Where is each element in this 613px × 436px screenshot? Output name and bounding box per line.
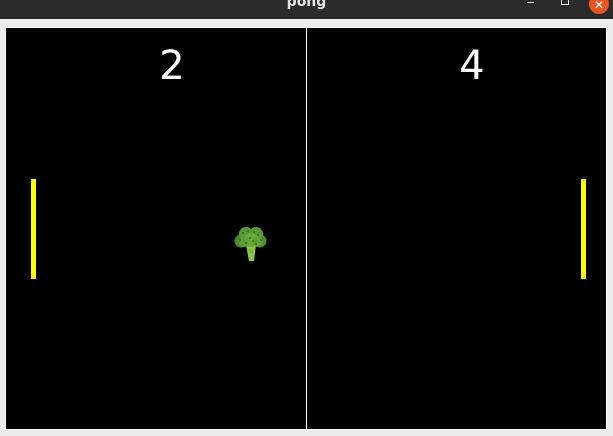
- minimize-button[interactable]: [522, 0, 538, 12]
- close-icon: ✕: [593, 0, 605, 12]
- close-button[interactable]: ✕: [589, 0, 609, 14]
- minimize-icon: [527, 2, 534, 3]
- right-paddle: [581, 179, 586, 279]
- left-player-score: 2: [159, 43, 185, 89]
- pong-window: pong ✕ 2 4: [0, 0, 613, 436]
- game-canvas[interactable]: 2 4: [6, 28, 606, 429]
- left-paddle: [31, 179, 36, 279]
- maximize-icon: [561, 0, 569, 5]
- right-player-score: 4: [459, 43, 485, 89]
- game-canvas-frame: 2 4: [5, 27, 607, 430]
- maximize-button[interactable]: [557, 0, 573, 12]
- center-net-line: [306, 28, 307, 429]
- broccoli-icon: [229, 223, 271, 265]
- title-bar[interactable]: pong ✕: [0, 0, 613, 19]
